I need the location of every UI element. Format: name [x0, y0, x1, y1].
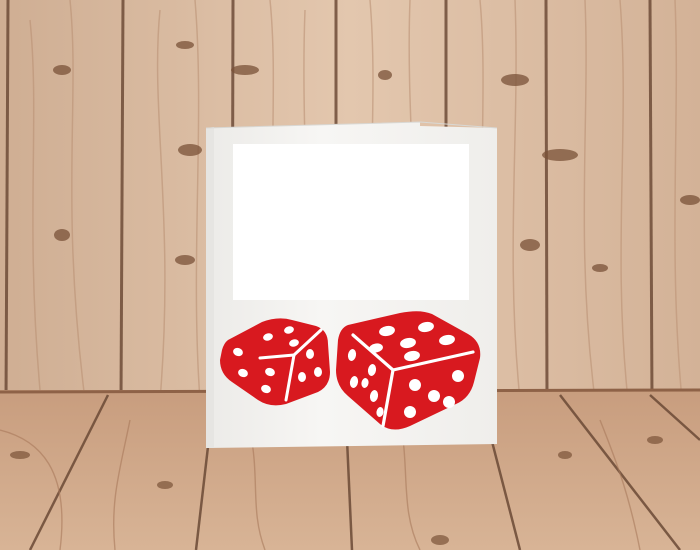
- photo-window: [233, 144, 469, 300]
- photo-scene: [0, 0, 700, 550]
